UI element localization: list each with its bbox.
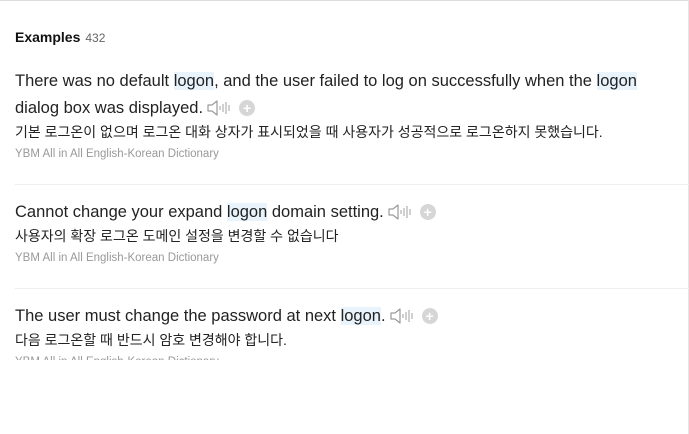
- example-actions: +: [207, 99, 256, 117]
- example-source: YBM All in All English-Korean Dictionary: [15, 148, 219, 160]
- speaker-icon[interactable]: [388, 203, 412, 221]
- speaker-icon[interactable]: [389, 307, 414, 325]
- example-sentence: There was no default logon, and the user…: [15, 68, 670, 122]
- examples-count: 432: [85, 31, 106, 45]
- example-translation: 사용자의 확장 로그온 도메인 설정을 변경할 수 없습니다: [15, 228, 339, 244]
- example-actions: +: [389, 307, 438, 325]
- example-item: The user must change the password at nex…: [15, 303, 689, 360]
- example-source: YBM All in All English-Korean Dictionary: [15, 353, 689, 360]
- highlighted-term[interactable]: logon: [173, 72, 215, 90]
- sentence-text: .: [380, 307, 386, 325]
- sentence-text: , and the user failed to log on successf…: [214, 72, 597, 90]
- plus-icon[interactable]: +: [419, 204, 436, 220]
- sentence-text: There was no default: [15, 72, 174, 90]
- divider: [15, 288, 689, 289]
- plus-icon[interactable]: +: [239, 100, 256, 116]
- example-source: YBM All in All English-Korean Dictionary: [15, 252, 219, 264]
- plus-icon[interactable]: +: [421, 308, 438, 324]
- speaker-icon[interactable]: [207, 99, 231, 117]
- examples-header: Examples 432: [15, 29, 105, 45]
- example-item: There was no default logon, and the user…: [15, 68, 689, 163]
- examples-title: Examples: [15, 29, 81, 45]
- sentence-text: The user must change the password at nex…: [15, 307, 341, 325]
- divider: [15, 184, 689, 185]
- example-translation: 기본 로그온이 없으며 로그온 대화 상자가 표시되었을 때 사용자가 성공적으…: [15, 124, 603, 140]
- sentence-text: domain setting.: [267, 203, 384, 221]
- highlighted-term[interactable]: logon: [226, 203, 268, 221]
- example-sentence: The user must change the password at nex…: [15, 303, 670, 330]
- highlighted-term[interactable]: logon: [340, 307, 381, 325]
- example-item: Cannot change your expand logon domain s…: [15, 199, 689, 267]
- highlighted-term[interactable]: logon: [596, 72, 637, 90]
- top-border: [0, 0, 689, 1]
- example-sentence: Cannot change your expand logon domain s…: [15, 199, 670, 226]
- example-actions: +: [388, 203, 436, 221]
- sentence-text: dialog box was displayed.: [15, 99, 204, 117]
- example-translation: 다음 로그온할 때 반드시 암호 변경해야 합니다.: [15, 332, 287, 348]
- sentence-text: Cannot change your expand: [15, 203, 227, 221]
